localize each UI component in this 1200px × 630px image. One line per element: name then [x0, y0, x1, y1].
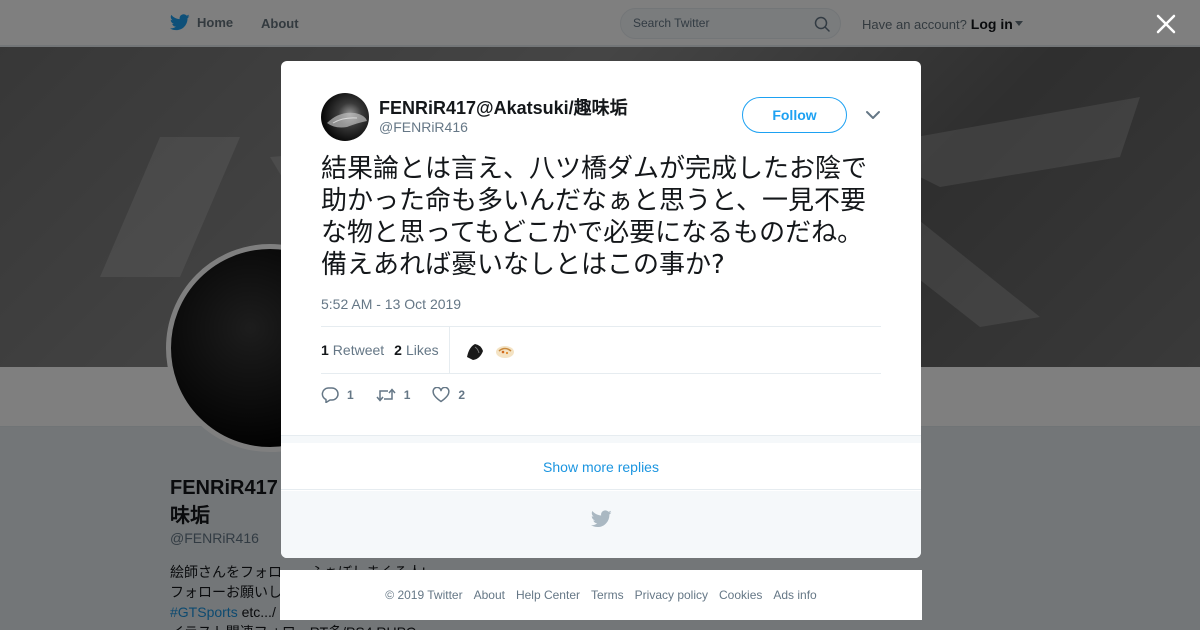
modal-footer [281, 491, 921, 558]
tweet-timestamp[interactable]: 5:52 AM - 13 Oct 2019 [321, 296, 461, 312]
heart-icon [432, 387, 450, 403]
stats-counts: 1 Retweet 2 Likes [321, 327, 450, 373]
liker-avatar-image [493, 339, 517, 363]
retweet-stat[interactable]: 1 Retweet [321, 342, 384, 358]
footer-link-terms[interactable]: Terms [591, 588, 624, 602]
liker-avatar[interactable] [493, 339, 517, 363]
retweet-icon [376, 388, 396, 402]
reply-icon [321, 387, 339, 403]
tweet-modal: FENRiR417@Akatsuki/趣味垢 @FENRiR416 Follow… [281, 61, 921, 558]
like-stat-label: Likes [405, 342, 439, 358]
footer-link-ads-info[interactable]: Ads info [773, 588, 816, 602]
reply-action[interactable]: 1 [321, 387, 354, 403]
tweet-actions: 1 1 2 [321, 385, 487, 405]
retweet-action[interactable]: 1 [376, 387, 411, 403]
liker-avatar-image [463, 339, 487, 363]
retweet-stat-label: Retweet [332, 342, 385, 358]
author-avatar[interactable] [321, 93, 369, 141]
like-stat-count: 2 [394, 342, 402, 358]
tweet-stats: 1 Retweet 2 Likes [321, 326, 881, 374]
author-avatar-image [327, 112, 367, 128]
retweet-action-count: 1 [403, 388, 411, 402]
like-action[interactable]: 2 [432, 387, 465, 403]
like-stat[interactable]: 2 Likes [394, 342, 438, 358]
retweet-stat-count: 1 [321, 342, 329, 358]
footer-link-help-center[interactable]: Help Center [516, 588, 580, 602]
footer-link-about[interactable]: About [474, 588, 505, 602]
author-handle[interactable]: @FENRiR416 [379, 119, 468, 135]
author-name[interactable]: FENRiR417@Akatsuki/趣味垢 [379, 94, 628, 120]
tweet-text: 結果論とは言え、八ツ橋ダムが完成したお陰で助かった命も多いんだなぁと思うと、一見… [321, 154, 868, 280]
footer-link-privacy-policy[interactable]: Privacy policy [635, 588, 708, 602]
close-icon[interactable] [1153, 11, 1179, 37]
footer-copyright: © 2019 Twitter [385, 588, 463, 602]
twitter-bird-icon [591, 510, 612, 528]
likers-list [463, 339, 517, 363]
like-action-count: 2 [458, 388, 466, 402]
footer-link-cookies[interactable]: Cookies [719, 588, 762, 602]
thread-divider [281, 435, 921, 443]
chevron-down-icon[interactable] [865, 109, 881, 121]
show-more-replies-button[interactable]: Show more replies [281, 444, 921, 490]
reply-count: 1 [347, 388, 354, 402]
liker-avatar[interactable] [463, 339, 487, 363]
follow-button[interactable]: Follow [742, 97, 847, 133]
page-footer: © 2019 Twitter About Help Center Terms P… [280, 570, 922, 620]
